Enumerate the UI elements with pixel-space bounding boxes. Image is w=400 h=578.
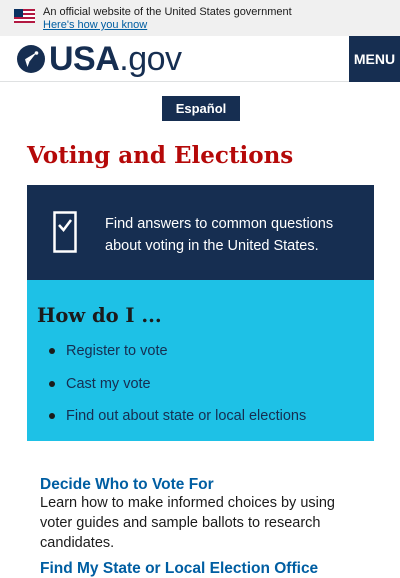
bullet-icon [49,413,55,419]
site-header: USA.gov MENU [0,36,400,82]
bullet-icon [49,381,55,387]
find-election-office-link[interactable]: Find My State or Local Election Office [40,560,318,578]
decide-who-to-vote-for-link[interactable]: Decide Who to Vote For [40,476,214,494]
language-toggle-button[interactable]: Español [162,96,240,121]
gov-banner: An official website of the United States… [0,0,400,36]
heres-how-you-know-link[interactable]: Here's how you know [43,19,147,32]
bullet-icon [49,348,55,354]
decide-who-to-vote-for-description: Learn how to make informed choices by us… [40,495,335,551]
how-do-i-link-register[interactable]: Register to vote [49,340,168,362]
checkbox-icon [53,211,77,253]
how-do-i-link-label: Find out about state or local elections [66,408,307,424]
usa-gov-logo[interactable]: USA.gov [16,42,182,76]
page-title: Voting and Elections [27,142,294,169]
how-do-i-link-label: Cast my vote [66,376,151,392]
logo-suffix: .gov [119,40,182,78]
logo-text: USA.gov [49,42,182,76]
us-flag-icon [14,9,35,23]
usa-star-icon [17,45,45,73]
gov-banner-text: An official website of the United States… [43,6,292,18]
how-do-i-title: How do I ... [37,304,162,327]
how-do-i-link-cast-vote[interactable]: Cast my vote [49,373,151,395]
how-do-i-link-label: Register to vote [66,343,168,359]
how-do-i-link-elections[interactable]: Find out about state or local elections [49,405,306,427]
how-do-i-card: How do I ... Register to vote Cast my vo… [27,280,374,441]
logo-main: USA [49,40,120,78]
intro-card: Find answers to common questions about v… [27,185,374,280]
menu-button[interactable]: MENU [349,36,400,82]
intro-text: Find answers to common questions about v… [105,216,334,254]
